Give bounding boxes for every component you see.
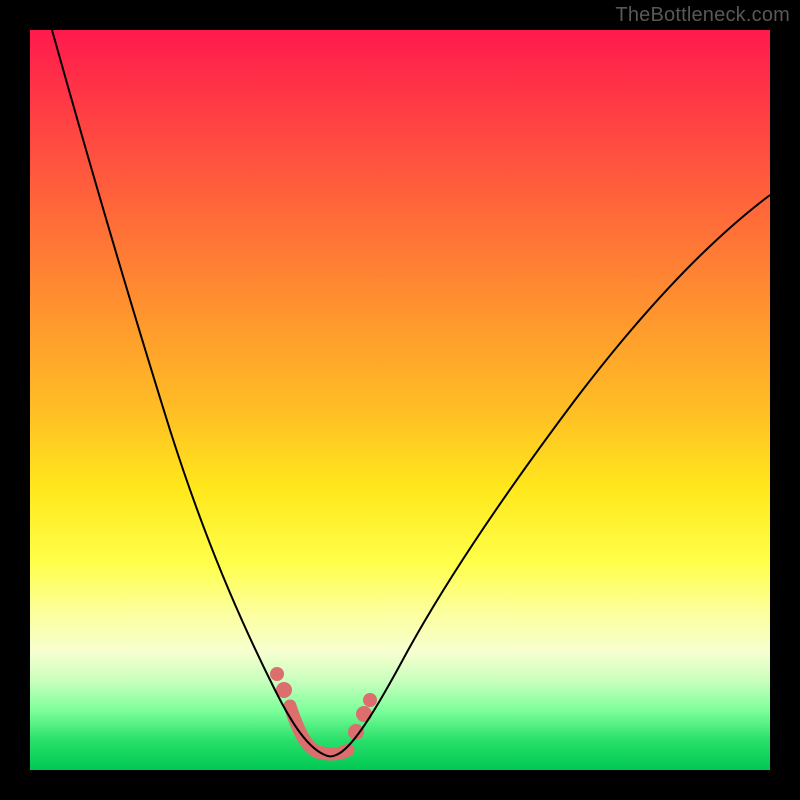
- watermark-text: TheBottleneck.com: [615, 4, 790, 27]
- chart-frame: TheBottleneck.com: [0, 0, 800, 800]
- curve-right-branch: [336, 195, 770, 755]
- curve-left-branch: [52, 30, 325, 755]
- plot-area: [30, 30, 770, 770]
- curve-svg: [30, 30, 770, 770]
